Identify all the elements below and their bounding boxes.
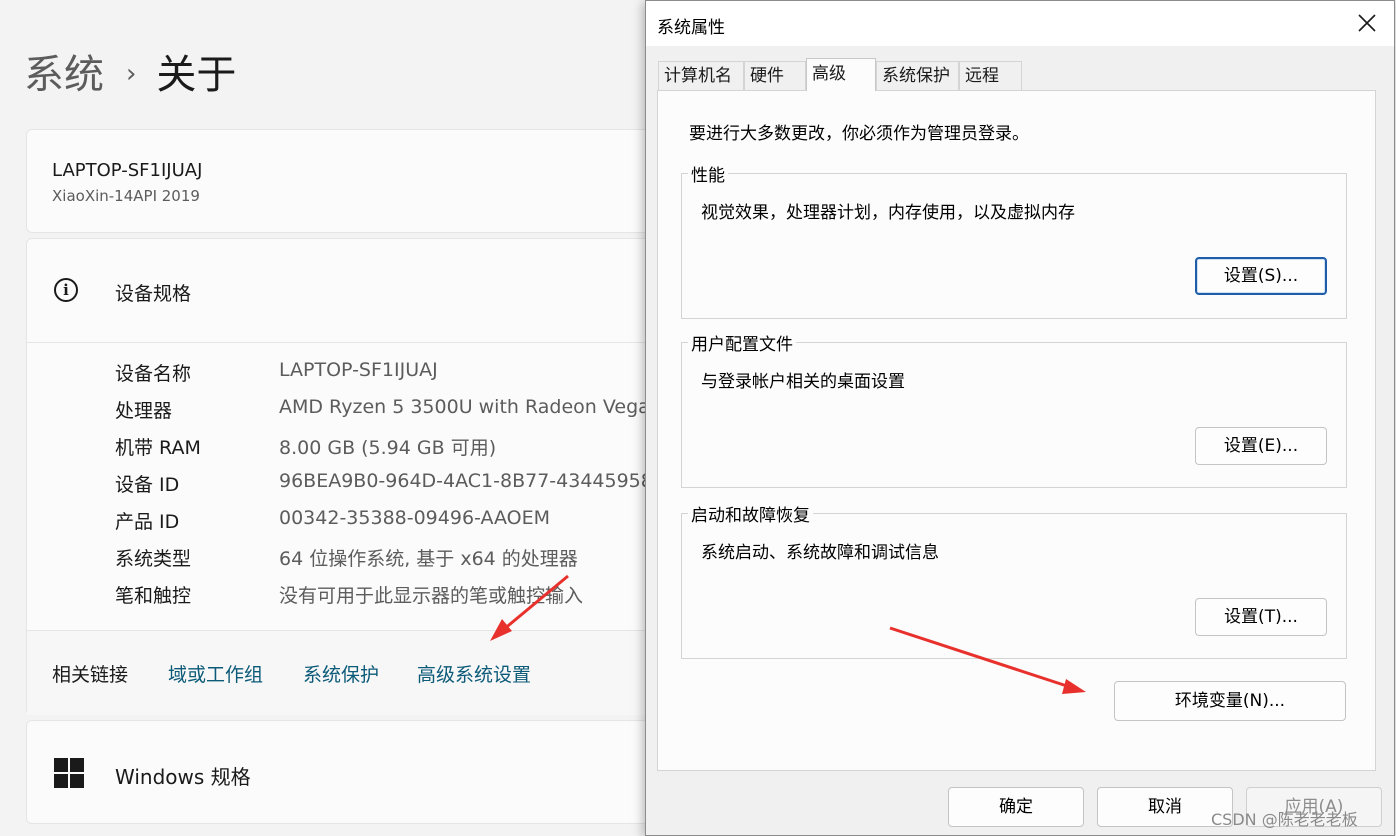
- tab-remote[interactable]: 远程: [959, 61, 1022, 90]
- startup-recovery-settings-button[interactable]: 设置(T)...: [1195, 598, 1327, 636]
- related-links-bar: 相关链接 域或工作组 系统保护 高级系统设置: [27, 630, 727, 715]
- spec-value: LAPTOP-SF1IJUAJ: [279, 359, 438, 381]
- group-description: 与登录帐户相关的桌面设置: [701, 372, 905, 392]
- device-name: LAPTOP-SF1IJUAJ: [52, 160, 203, 181]
- spec-value: AMD Ryzen 5 3500U with Radeon Vega: [279, 396, 650, 418]
- performance-settings-button[interactable]: 设置(S)...: [1195, 257, 1327, 295]
- spec-label: 设备 ID: [115, 474, 180, 496]
- performance-group: 性能 视觉效果，处理器计划，内存使用，以及虚拟内存 设置(S)...: [681, 161, 1347, 319]
- watermark: CSDN @陈老老老板: [1211, 810, 1358, 829]
- group-title: 启动和故障恢复: [688, 501, 813, 526]
- spec-label: 产品 ID: [115, 511, 180, 533]
- link-advanced-system-settings[interactable]: 高级系统设置: [417, 660, 531, 687]
- windows-specs-card[interactable]: Windows 规格: [26, 720, 728, 824]
- admin-note: 要进行大多数更改，你必须作为管理员登录。: [689, 124, 1029, 144]
- user-profiles-settings-button[interactable]: 设置(E)...: [1195, 427, 1327, 465]
- spec-value: 8.00 GB (5.94 GB 可用): [279, 437, 497, 459]
- startup-recovery-group: 启动和故障恢复 系统启动、系统故障和调试信息 设置(T)...: [681, 501, 1347, 659]
- chevron-right-icon: ›: [126, 59, 137, 89]
- group-description: 系统启动、系统故障和调试信息: [701, 543, 939, 563]
- breadcrumb-parent[interactable]: 系统: [24, 52, 104, 98]
- group-description: 视觉效果，处理器计划，内存使用，以及虚拟内存: [701, 203, 1075, 223]
- dialog-titlebar[interactable]: 系统属性: [646, 1, 1394, 46]
- spec-label: 处理器: [115, 400, 173, 422]
- spec-value: 64 位操作系统, 基于 x64 的处理器: [279, 548, 578, 570]
- close-button[interactable]: [1344, 1, 1390, 46]
- info-icon: i: [54, 278, 78, 302]
- spec-label: 笔和触控: [115, 585, 192, 607]
- advanced-tab-panel: 要进行大多数更改，你必须作为管理员登录。 性能 视觉效果，处理器计划，内存使用，…: [657, 90, 1376, 771]
- page-title: 关于: [156, 52, 237, 98]
- device-specs-card: i 设备规格 设备名称 LAPTOP-SF1IJUAJ 处理器 AMD Ryze…: [26, 238, 728, 715]
- group-title: 用户配置文件: [688, 330, 796, 355]
- spec-value: 没有可用于此显示器的笔或触控输入: [279, 585, 584, 607]
- windows-specs-title: Windows 规格: [115, 765, 251, 789]
- link-system-protection[interactable]: 系统保护: [303, 660, 379, 687]
- system-properties-dialog: 系统属性 计算机名 硬件 高级 系统保护 远程 要进行大多数更改，你必须作为管理…: [645, 0, 1395, 836]
- user-profiles-group: 用户配置文件 与登录帐户相关的桌面设置 设置(E)...: [681, 330, 1347, 488]
- environment-variables-button[interactable]: 环境变量(N)...: [1114, 681, 1346, 721]
- ok-button[interactable]: 确定: [948, 787, 1084, 827]
- spec-label: 设备名称: [115, 363, 192, 385]
- group-title: 性能: [688, 161, 728, 186]
- device-specs-header[interactable]: i 设备规格: [27, 239, 727, 343]
- tab-advanced[interactable]: 高级: [806, 58, 876, 91]
- tab-computer-name[interactable]: 计算机名: [658, 61, 744, 90]
- spec-label: 机带 RAM: [115, 437, 201, 459]
- close-icon: [1358, 14, 1376, 32]
- device-model: XiaoXin-14API 2019: [52, 187, 200, 205]
- tab-system-protection[interactable]: 系统保护: [876, 61, 959, 90]
- spec-value: 00342-35388-09496-AAOEM: [279, 507, 551, 529]
- tab-hardware[interactable]: 硬件: [744, 61, 806, 90]
- breadcrumb: 系统 › 关于: [24, 48, 236, 107]
- device-specs-title: 设备规格: [115, 283, 192, 305]
- device-card: LAPTOP-SF1IJUAJ XiaoXin-14API 2019: [26, 129, 728, 233]
- windows-logo-icon: [54, 758, 84, 788]
- dialog-title: 系统属性: [657, 18, 725, 38]
- related-links-title: 相关链接: [52, 664, 129, 686]
- link-domain-workgroup[interactable]: 域或工作组: [168, 660, 263, 687]
- spec-label: 系统类型: [115, 548, 192, 570]
- spec-value: 96BEA9B0-964D-4AC1-8B77-434459589: [279, 470, 665, 492]
